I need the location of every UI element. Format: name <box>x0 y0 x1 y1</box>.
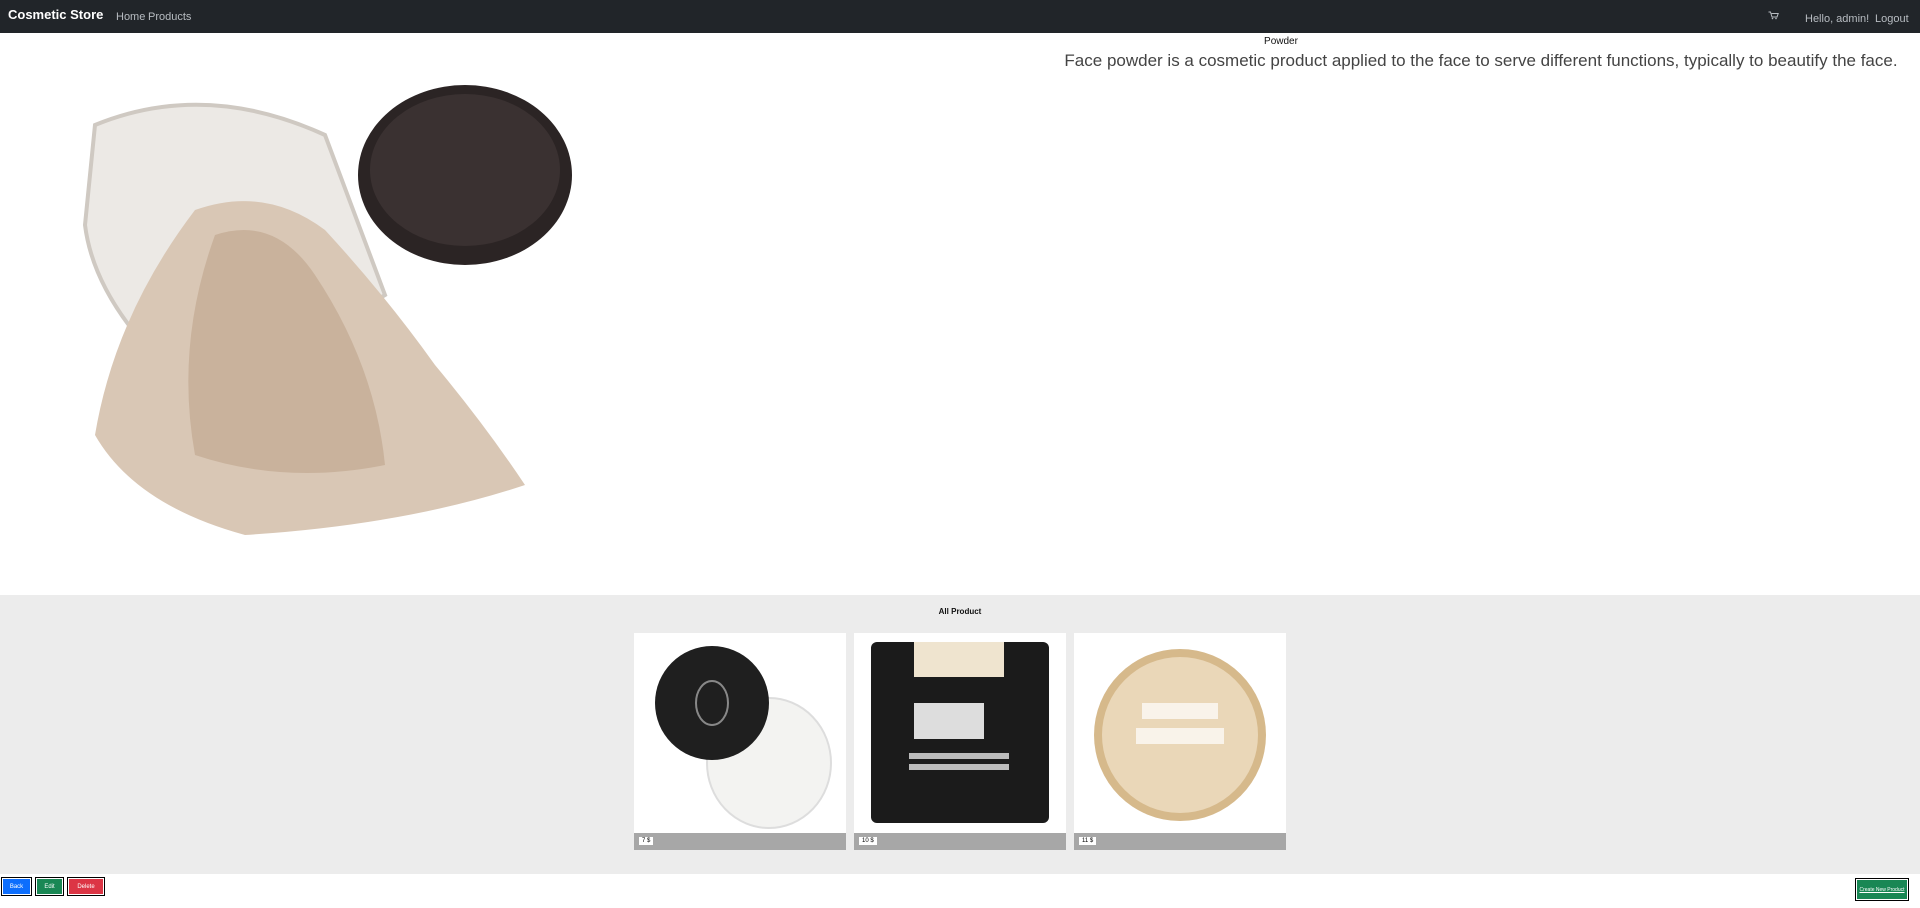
product-card[interactable]: 7 $ <box>634 633 846 850</box>
delete-button[interactable]: Delete <box>67 877 105 896</box>
rimmel-powder-image <box>1094 649 1266 821</box>
nav-home-link[interactable]: Home <box>116 11 145 23</box>
product-name: Powder <box>1264 36 1298 47</box>
nav-products-link[interactable]: Products <box>148 11 191 23</box>
product-card[interactable]: 10 $ <box>854 633 1066 850</box>
back-button[interactable]: Back <box>1 877 32 896</box>
edit-button[interactable]: Edit <box>35 877 64 896</box>
card-footer: 11 $ <box>1074 833 1286 850</box>
navbar: Cosmetic Store Home Products Hello, admi… <box>0 0 1920 33</box>
card-footer: 10 $ <box>854 833 1066 850</box>
logout-link[interactable]: Logout <box>1875 13 1909 25</box>
all-products-title: All Product <box>938 607 982 616</box>
elf-powder-image <box>655 646 832 829</box>
powder-product-image <box>82 85 572 536</box>
price-badge: 7 $ <box>639 837 654 845</box>
create-product-button[interactable]: Create New Product <box>1855 878 1909 901</box>
brand-link[interactable]: Cosmetic Store <box>8 7 103 22</box>
cart-icon[interactable] <box>1768 11 1779 20</box>
maybelline-powder-image <box>871 642 1049 823</box>
product-description: Face powder is a cosmetic product applie… <box>1064 51 1898 70</box>
card-footer: 7 $ <box>634 833 846 850</box>
price-badge: 10 $ <box>859 837 877 845</box>
all-products-section: All Product 7 $ 10 $ 11 $ <box>0 595 1920 874</box>
product-card[interactable]: 11 $ <box>1074 633 1286 850</box>
price-badge: 11 $ <box>1079 837 1097 845</box>
user-greeting: Hello, admin! <box>1805 13 1870 25</box>
